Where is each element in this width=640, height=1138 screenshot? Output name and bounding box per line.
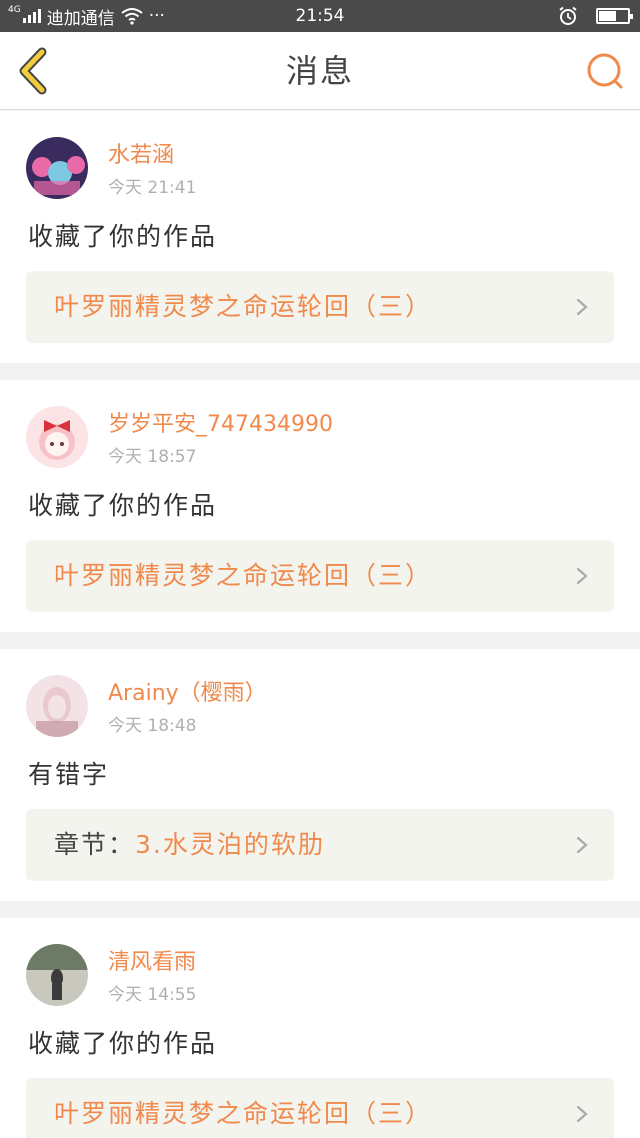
work-link[interactable]: 叶罗丽精灵梦之命运轮回（三） [26,1078,614,1138]
avatar[interactable] [26,137,88,199]
back-button[interactable] [12,46,62,96]
username[interactable]: Arainy（樱雨） [108,675,267,707]
avatar-image [26,406,88,468]
avatar[interactable] [26,406,88,468]
work-title: 叶罗丽精灵梦之命运轮回（三） [54,540,432,612]
chapter-link[interactable]: 章节：3.水灵泊的软肋 [26,809,614,881]
battery-icon [596,8,633,24]
username[interactable]: 水若涵 [108,137,174,169]
avatar-image [26,137,88,199]
link-label: 3.水灵泊的软肋 [135,830,325,859]
avatar-image [26,944,88,1006]
chevron-right-icon [576,567,588,585]
message-card[interactable]: 岁岁平安_747434990 今天 18:57 收藏了你的作品 叶罗丽精灵梦之命… [0,380,640,632]
avatar[interactable] [26,944,88,1006]
page-title: 消息 [285,52,354,90]
username[interactable]: 清风看雨 [108,944,196,976]
link-label: 叶罗丽精灵梦之命运轮回（三） [54,292,433,321]
message-card[interactable]: 清风看雨 今天 14:55 收藏了你的作品 叶罗丽精灵梦之命运轮回（三） [0,918,640,1138]
timestamp: 今天 18:57 [108,447,197,467]
username[interactable]: 岁岁平安_747434990 [108,406,333,438]
work-link[interactable]: 叶罗丽精灵梦之命运轮回（三） [26,271,614,343]
avatar[interactable] [26,675,88,737]
avatar-image [26,675,88,737]
clock: 21:54 [295,6,345,26]
status-right [558,0,633,32]
message-card[interactable]: Arainy（樱雨） 今天 18:48 有错字 章节：3.水灵泊的软肋 [0,649,640,901]
link-label: 叶罗丽精灵梦之命运轮回（三） [54,561,433,590]
chevron-right-icon [576,836,588,854]
work-title: 叶罗丽精灵梦之命运轮回（三） [54,271,432,343]
chapter-title: 章节：3.水灵泊的软肋 [54,809,325,881]
timestamp: 今天 14:55 [108,985,197,1005]
search-icon [587,53,623,89]
link-prefix: 章节： [54,830,136,859]
chevron-right-icon [576,1105,588,1123]
link-label: 叶罗丽精灵梦之命运轮回（三） [54,1099,433,1128]
chevron-left-icon [19,47,47,95]
status-bar: 4G 迪加通信 ··· 21:54 [0,0,640,32]
action-text: 有错字 [28,760,110,789]
app-header: 消息 [0,32,640,110]
work-link[interactable]: 叶罗丽精灵梦之命运轮回（三） [26,540,614,612]
message-card[interactable]: 水若涵 今天 21:41 收藏了你的作品 叶罗丽精灵梦之命运轮回（三） [0,111,640,363]
search-button[interactable] [584,50,626,92]
alarm-icon [559,6,577,25]
battery-level [599,11,616,21]
timestamp: 今天 18:48 [108,716,197,736]
action-text: 收藏了你的作品 [28,222,218,251]
work-title: 叶罗丽精灵梦之命运轮回（三） [54,1078,432,1138]
action-text: 收藏了你的作品 [28,1029,218,1058]
timestamp: 今天 21:41 [108,178,197,198]
chevron-right-icon [576,298,588,316]
action-text: 收藏了你的作品 [28,491,218,520]
